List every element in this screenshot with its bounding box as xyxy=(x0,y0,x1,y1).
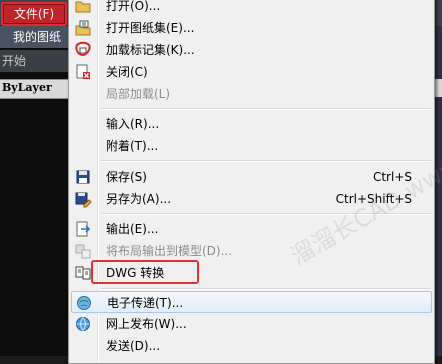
menu-item-label: 附着(T)... xyxy=(106,139,159,153)
menu-item-label: 输出(E)... xyxy=(106,222,159,236)
menu-item-label: 打开图纸集(E)... xyxy=(106,21,195,35)
menu-item-save[interactable]: 保存(S) Ctrl+S xyxy=(71,166,432,188)
menu-item-label: 网上发布(W)... xyxy=(106,317,187,331)
menu-separator xyxy=(101,213,431,215)
menu-item-attach[interactable]: 附着(T)... xyxy=(71,135,432,157)
etransmit-icon xyxy=(75,294,93,312)
start-tab[interactable]: 开始 xyxy=(0,50,70,72)
menu-item-label: 另存为(A)... xyxy=(106,192,172,206)
layout-to-model-icon xyxy=(74,242,92,260)
menu-item-export[interactable]: 输出(E)... xyxy=(71,218,432,240)
file-dropdown-menu: 打开(O)... 打开图纸集(E)... 加载标记集(K)... 关闭(C) 局… xyxy=(68,0,442,364)
menu-item-send[interactable]: 发送(D)... xyxy=(71,335,432,357)
load-markup-icon xyxy=(74,41,92,59)
open-folder-icon xyxy=(74,0,92,15)
menu-item-label: 电子传递(T)... xyxy=(107,296,184,310)
menu-item-open-sheet-set[interactable]: 打开图纸集(E)... xyxy=(71,17,432,39)
menu-item-open[interactable]: 打开(O)... xyxy=(71,0,432,17)
menu-item-partial-load[interactable]: 局部加载(L) xyxy=(71,83,432,105)
menu-item-publish-web[interactable]: 网上发布(W)... xyxy=(71,313,432,335)
menu-separator xyxy=(101,288,431,290)
menu-item-layout-to-model[interactable]: 将布局输出到模型(D)... xyxy=(71,240,432,262)
window-right-edge xyxy=(435,0,442,356)
menu-item-etransmit[interactable]: 电子传递(T)... xyxy=(71,291,432,313)
menu-item-import[interactable]: 输入(R)... xyxy=(71,113,432,135)
menu-item-load-markup-set[interactable]: 加载标记集(K)... xyxy=(71,39,432,61)
menu-item-label: 保存(S) xyxy=(106,170,147,184)
menu-item-label: 将布局输出到模型(D)... xyxy=(106,244,233,258)
close-document-icon xyxy=(74,63,92,81)
layer-dropdown-value[interactable]: ByLayer xyxy=(2,80,52,96)
menu-item-label: 关闭(C) xyxy=(106,65,148,79)
menu-item-label: 加载标记集(K)... xyxy=(106,43,195,57)
file-menu-button[interactable]: 文件(F) xyxy=(3,4,65,24)
menu-separator xyxy=(101,160,431,162)
menu-item-shortcut: Ctrl+S xyxy=(372,170,412,184)
dwg-convert-icon xyxy=(74,264,92,282)
open-sheet-set-icon xyxy=(74,19,92,37)
export-icon xyxy=(74,220,92,238)
menu-item-label: 打开(O)... xyxy=(106,0,161,13)
ribbon-tab-my-drawings[interactable]: 我的图纸 xyxy=(0,26,70,48)
save-as-icon xyxy=(74,190,92,208)
menu-item-label: 局部加载(L) xyxy=(106,87,171,101)
publish-web-icon xyxy=(74,315,92,333)
menu-item-label: 发送(D)... xyxy=(106,339,161,353)
menu-item-label: 输入(R)... xyxy=(106,117,160,131)
dwg-convert-highlight-outline xyxy=(91,260,199,284)
menu-item-shortcut: Ctrl+Shift+S xyxy=(335,192,412,206)
menu-item-close[interactable]: 关闭(C) xyxy=(71,61,432,83)
menu-separator xyxy=(101,108,431,110)
menu-item-save-as[interactable]: 另存为(A)... Ctrl+Shift+S xyxy=(71,188,432,210)
save-icon xyxy=(74,168,92,186)
